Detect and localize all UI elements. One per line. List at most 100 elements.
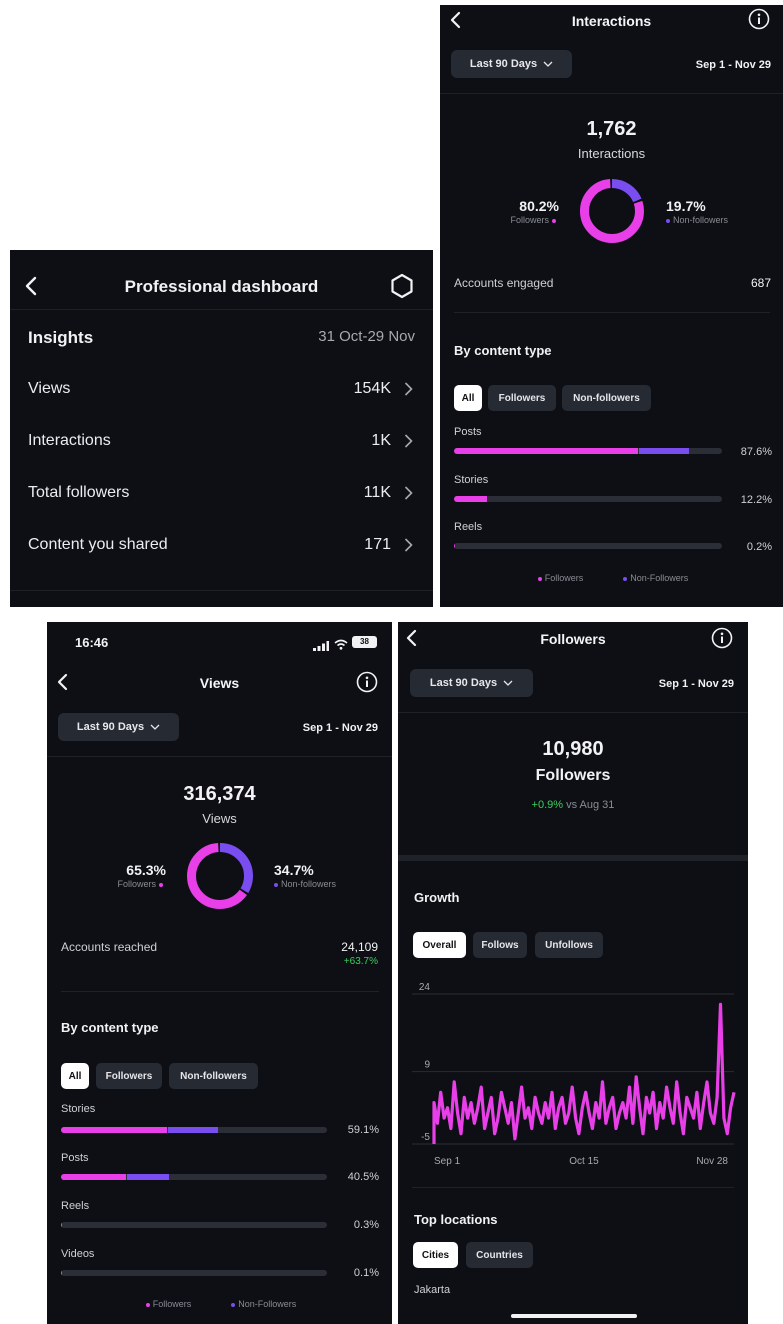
content-row-bar (61, 1270, 327, 1276)
accounts-engaged-value: 687 (750, 276, 771, 290)
followers-change-suffix: vs Aug 31 (566, 799, 615, 811)
nonfollowers-segment (168, 1127, 219, 1133)
content-row-reels: Reels 0.3% (61, 1200, 379, 1240)
date-range-dropdown-label: Last 90 Days (429, 677, 498, 689)
insight-row-value: 11K (363, 484, 391, 501)
content-row-stories: Stories 12.2% (454, 474, 772, 514)
battery-icon: 38 (352, 636, 377, 648)
y-tick-label: 9 (424, 1060, 430, 1071)
content-row-label: Stories (454, 474, 489, 486)
insight-row-content-shared[interactable]: Content you shared 171 (10, 524, 433, 564)
info-icon[interactable] (711, 627, 733, 649)
views-panel: 16:46 38 Views Last 90 Days Sep 1 - Nov … (47, 622, 392, 1324)
location-filter-cities[interactable]: Cities (413, 1242, 458, 1268)
growth-heading: Growth (414, 890, 460, 905)
content-row-label: Videos (61, 1248, 95, 1260)
date-range-dropdown-label: Last 90 Days (469, 58, 538, 70)
followers-percent: 80.2% (519, 198, 559, 214)
chevron-down-icon (503, 680, 513, 686)
date-range-text: Sep 1 - Nov 29 (695, 59, 771, 71)
followers-change-value: +0.9% (531, 799, 564, 811)
insight-row-value: 154K (353, 380, 391, 397)
x-tick-label: Sep 1 (434, 1156, 461, 1167)
content-row-bar (61, 1127, 327, 1133)
location-filter-countries[interactable]: Countries (466, 1242, 533, 1268)
content-row-label: Reels (61, 1200, 90, 1212)
nonfollowers-segment (639, 448, 689, 454)
filter-non-followers[interactable]: Non-followers (169, 1063, 258, 1089)
info-icon[interactable] (356, 671, 378, 693)
accounts-engaged-label: Accounts engaged (454, 276, 554, 290)
insight-row-value: 171 (364, 536, 391, 553)
filter-followers[interactable]: Followers (96, 1063, 162, 1089)
legend-nonfollowers: Non-Followers (630, 573, 689, 583)
followers-segment (454, 496, 487, 502)
content-row-bar (61, 1222, 327, 1228)
status-time: 16:46 (75, 635, 109, 650)
legend: Followers Non-Followers (47, 1299, 392, 1309)
views-total: 316,374 (183, 783, 256, 805)
insight-row-label: Interactions (28, 432, 111, 449)
nonfollowers-segment (127, 1174, 169, 1180)
insight-row-label: Content you shared (28, 536, 168, 553)
content-row-stories: Stories 59.1% (61, 1103, 379, 1143)
section-separator (398, 855, 748, 861)
chevron-right-icon (404, 382, 413, 401)
insight-row-views[interactable]: Views 154K (10, 368, 433, 408)
nonfollowers-percent: 19.7% (666, 198, 706, 214)
chevron-right-icon (404, 486, 413, 505)
followers-panel: Followers Last 90 Days Sep 1 - Nov 29 10… (398, 622, 748, 1324)
growth-filter-overall[interactable]: Overall (413, 932, 466, 958)
date-range-dropdown[interactable]: Last 90 Days (58, 713, 179, 741)
filter-all[interactable]: All (454, 385, 482, 411)
date-range-text: Sep 1 - Nov 29 (302, 722, 378, 734)
followers-change: +0.9% vs Aug 31 (398, 799, 748, 811)
content-row-value: 0.1% (353, 1267, 379, 1279)
content-row-value: 59.1% (347, 1124, 379, 1136)
nonfollowers-caption: Non-followers (663, 215, 728, 225)
by-content-type-heading: By content type (61, 1020, 159, 1035)
location-item: Jakarta (414, 1284, 451, 1296)
insights-date-range: 31 Oct-29 Nov (318, 328, 415, 345)
info-icon[interactable] (748, 8, 770, 30)
page-title: Professional dashboard (124, 277, 319, 296)
page-title: Followers (540, 631, 606, 647)
followers-segment (61, 1270, 62, 1276)
chevron-right-icon (404, 538, 413, 557)
content-row-value: 40.5% (347, 1171, 379, 1183)
date-range-dropdown-label: Last 90 Days (76, 721, 145, 733)
chevron-down-icon (543, 61, 553, 67)
by-content-type-heading: By content type (454, 343, 552, 358)
y-tick-label: -5 (421, 1132, 430, 1143)
followers-caption: Followers (510, 215, 559, 225)
wifi-icon (334, 637, 348, 650)
growth-series-line (432, 1002, 736, 1144)
y-tick-label: 24 (419, 982, 431, 993)
insight-row-total-followers[interactable]: Total followers 11K (10, 472, 433, 512)
legend-followers: Followers (152, 1299, 192, 1309)
signal-icon (313, 638, 329, 651)
content-row-bar (454, 543, 722, 549)
growth-filter-unfollows[interactable]: Unfollows (535, 932, 603, 958)
filter-all[interactable]: All (61, 1063, 89, 1089)
growth-chart: 24 9 -5 Sep 1 Oct 15 Nov 28 (398, 982, 748, 1172)
content-row-label: Reels (454, 521, 483, 533)
settings-icon[interactable] (389, 273, 415, 299)
home-indicator (511, 1314, 637, 1318)
nonfollowers-caption: Non-followers (271, 879, 336, 889)
legend: Followers Non-Followers (440, 573, 783, 583)
insight-row-interactions[interactable]: Interactions 1K (10, 420, 433, 460)
filter-non-followers[interactable]: Non-followers (562, 385, 651, 411)
date-range-text: Sep 1 - Nov 29 (658, 678, 734, 690)
followers-segment (454, 543, 455, 549)
insight-row-label: Total followers (28, 484, 130, 501)
filter-followers[interactable]: Followers (488, 385, 556, 411)
date-range-dropdown[interactable]: Last 90 Days (410, 669, 533, 697)
content-row-videos: Videos 0.1% (61, 1248, 379, 1288)
followers-segment (61, 1174, 127, 1180)
growth-filter-follows[interactable]: Follows (473, 932, 527, 958)
followers-segment (454, 448, 639, 454)
interactions-panel: Interactions Last 90 Days Sep 1 - Nov 29… (440, 5, 783, 607)
accounts-reached-value: 24,109 (341, 940, 378, 954)
date-range-dropdown[interactable]: Last 90 Days (451, 50, 572, 78)
